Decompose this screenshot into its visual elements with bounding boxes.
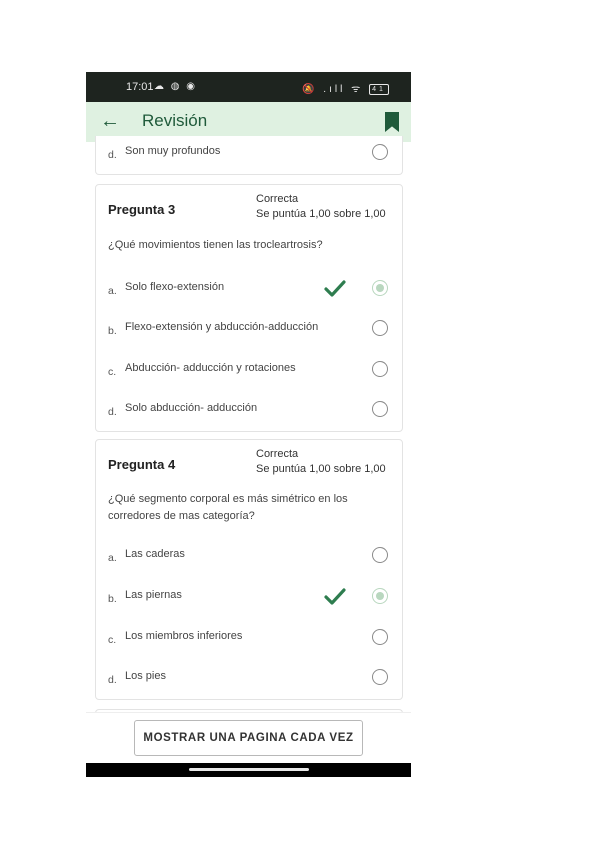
signal-icons: 🔕 .ıll ᯤ bbox=[302, 84, 364, 95]
question-text: ¿Qué segmento corporal es más simétrico … bbox=[108, 493, 348, 522]
page-title: Revisión bbox=[142, 111, 208, 130]
option-text: Solo flexo-extensión bbox=[125, 281, 225, 293]
question-grade: Se puntúa 1,00 sobre 1,00 bbox=[256, 463, 386, 475]
option-text: Las piernas bbox=[125, 589, 182, 601]
option-letter: d. bbox=[108, 406, 117, 418]
option-letter: c. bbox=[108, 634, 117, 646]
question-text: ¿Qué movimientos tienen las trocleartros… bbox=[108, 239, 323, 251]
home-gesture-pill[interactable] bbox=[189, 768, 309, 771]
phone-screen: 17:01 ☁ ◍ ◉ 🔕 .ıll ᯤ 41 ← Revisión d. So… bbox=[86, 72, 411, 777]
correct-check-icon bbox=[324, 280, 346, 297]
radio-button[interactable] bbox=[372, 320, 388, 336]
option-text: Abducción- adducción y rotaciones bbox=[125, 362, 296, 374]
question-title: Pregunta 4 bbox=[108, 457, 176, 472]
option-letter: c. bbox=[108, 366, 117, 378]
radio-button[interactable] bbox=[372, 361, 388, 377]
notification-icons: ☁ ◍ ◉ bbox=[154, 81, 198, 92]
answer-option[interactable]: c. Los miembros inferiores bbox=[108, 629, 392, 651]
system-icons: 🔕 .ıll ᯤ 41 bbox=[302, 81, 389, 95]
option-text: Son muy profundos bbox=[125, 145, 221, 157]
radio-button[interactable] bbox=[372, 144, 388, 160]
option-text: Las caderas bbox=[125, 548, 185, 560]
back-arrow-icon[interactable]: ← bbox=[100, 111, 120, 131]
answer-option[interactable]: d. Los pies bbox=[108, 669, 392, 691]
answer-option[interactable]: c. Abducción- adducción y rotaciones bbox=[108, 361, 392, 383]
radio-button[interactable] bbox=[372, 669, 388, 685]
answer-option[interactable]: d. Son muy profundos bbox=[108, 144, 392, 166]
option-text: Flexo-extensión y abducción-adducción bbox=[125, 321, 319, 333]
radio-button[interactable] bbox=[372, 547, 388, 563]
option-letter: d. bbox=[108, 674, 117, 686]
bookmark-icon[interactable] bbox=[385, 112, 399, 132]
bottom-bar: MOSTRAR UNA PAGINA CADA VEZ bbox=[86, 712, 411, 764]
system-nav-bar bbox=[86, 763, 411, 777]
option-text: Solo abducción- adducción bbox=[125, 402, 258, 414]
radio-button[interactable] bbox=[372, 629, 388, 645]
status-time: 17:01 bbox=[126, 81, 154, 93]
option-letter: b. bbox=[108, 325, 117, 337]
correct-check-icon bbox=[324, 588, 346, 605]
question-state: Correcta bbox=[256, 448, 299, 460]
question-title: Pregunta 3 bbox=[108, 202, 176, 217]
battery-icon: 41 bbox=[369, 83, 389, 95]
option-letter: d. bbox=[108, 149, 117, 161]
answer-option[interactable]: b. Flexo-extensión y abducción-adducción bbox=[108, 320, 392, 342]
question-state: Correcta bbox=[256, 193, 299, 205]
question-grade: Se puntúa 1,00 sobre 1,00 bbox=[256, 208, 386, 220]
option-letter: b. bbox=[108, 593, 117, 605]
option-text: Los pies bbox=[125, 670, 166, 682]
question-card-previous: d. Son muy profundos bbox=[95, 136, 403, 175]
status-bar: 17:01 ☁ ◍ ◉ 🔕 .ıll ᯤ 41 bbox=[86, 72, 411, 102]
show-one-page-button[interactable]: MOSTRAR UNA PAGINA CADA VEZ bbox=[134, 720, 363, 756]
answer-option[interactable]: b. Las piernas bbox=[108, 588, 392, 610]
option-letter: a. bbox=[108, 285, 117, 297]
radio-button-selected[interactable] bbox=[372, 280, 388, 296]
question-card: Pregunta 4 Correcta Se puntúa 1,00 sobre… bbox=[95, 439, 403, 700]
answer-option[interactable]: a. Las caderas bbox=[108, 547, 392, 569]
answer-option[interactable]: a. Solo flexo-extensión bbox=[108, 280, 392, 302]
option-letter: a. bbox=[108, 552, 117, 564]
question-card: Pregunta 3 Correcta Se puntúa 1,00 sobre… bbox=[95, 184, 403, 432]
answer-option[interactable]: d. Solo abducción- adducción bbox=[108, 401, 392, 423]
radio-button-selected[interactable] bbox=[372, 588, 388, 604]
radio-button[interactable] bbox=[372, 401, 388, 417]
option-text: Los miembros inferiores bbox=[125, 630, 243, 642]
